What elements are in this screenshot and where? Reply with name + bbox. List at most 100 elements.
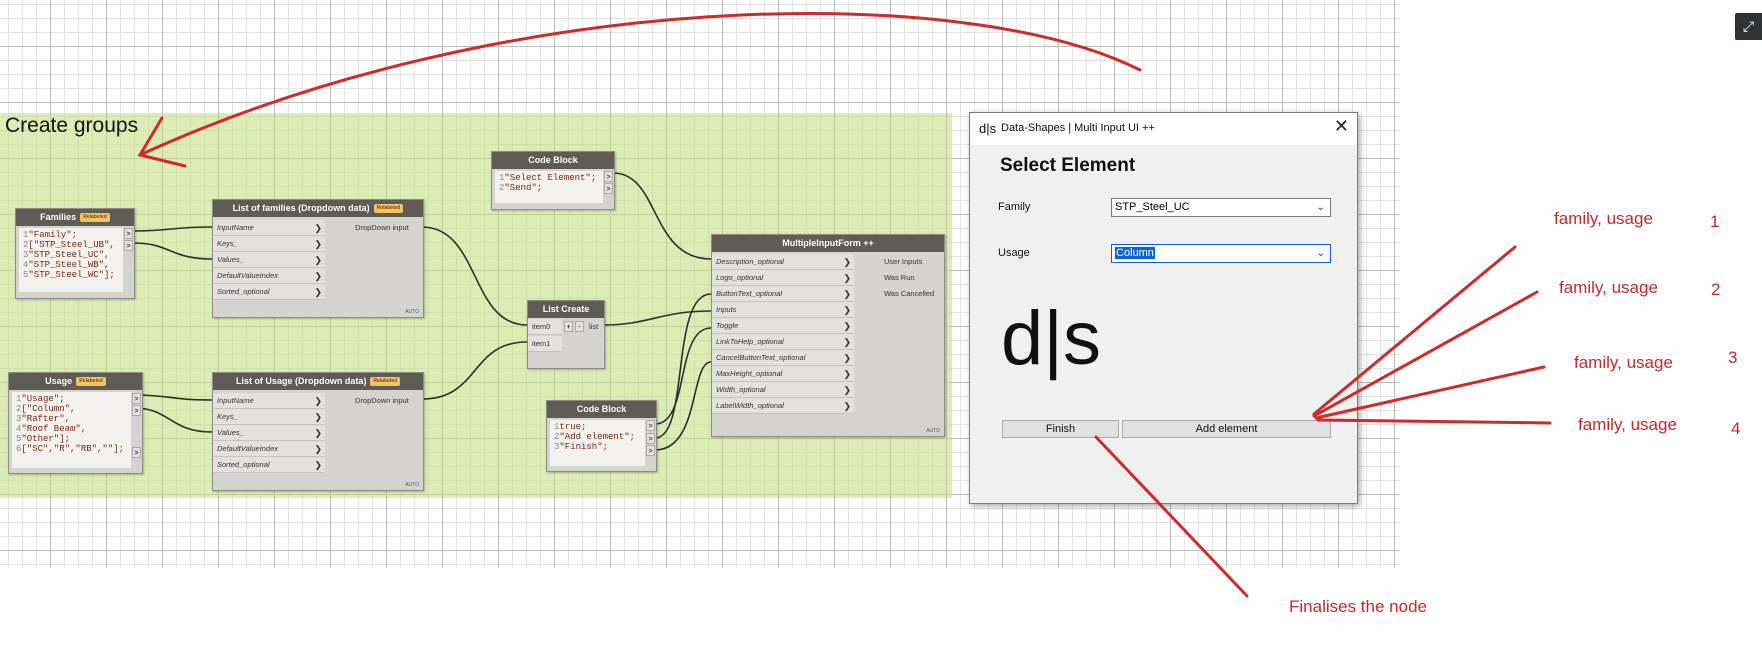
- node-header: MultipleInputForm ++: [712, 235, 944, 252]
- input-port[interactable]: Logo_optional ❯: [712, 270, 854, 286]
- input-port[interactable]: LabelWidth_optional ❯: [712, 398, 854, 414]
- port-arrow-icon: ❯: [843, 385, 851, 395]
- port-label: ButtonText_optional: [716, 289, 783, 298]
- port-arrow-icon: ❯: [314, 223, 322, 233]
- input-port[interactable]: DefaultValueIndex ❯: [213, 441, 325, 457]
- node-header: List of Usage (Dropdown data) Relabeled: [213, 373, 423, 390]
- usage-dropdown[interactable]: Column ⌄: [1111, 244, 1331, 263]
- input-port[interactable]: CancelButtonText_optional ❯: [712, 350, 854, 366]
- code-body[interactable]: 1"Family"; 2["STP_Steel_UB", 3"STP_Steel_U…: [19, 228, 123, 292]
- input-ports: InputName ❯ Keys_ ❯ Values_ ❯ DefaultValueInde…: [213, 220, 325, 300]
- code-body[interactable]: 1"Usage"; 2["Column", 3"Rafter", 4"Roof Bea…: [12, 392, 131, 468]
- output-port[interactable]: >: [132, 405, 141, 416]
- input-port-item0[interactable]: item0: [528, 319, 562, 335]
- add-input-button[interactable]: +: [564, 321, 573, 332]
- output-port[interactable]: >: [646, 445, 655, 456]
- remove-input-button[interactable]: -: [575, 321, 584, 332]
- port-label: InputName: [217, 223, 254, 232]
- code-line: 6["SC","R","RB",""];: [16, 444, 127, 454]
- port-arrow-icon: ❯: [314, 271, 322, 281]
- port-arrow-icon: ❯: [843, 401, 851, 411]
- list-of-families-node[interactable]: List of families (Dropdown data) Relabele…: [212, 199, 424, 318]
- output-port[interactable]: >: [604, 183, 613, 194]
- input-ports: Description_optional ❯ Logo_optional ❯ Butto…: [712, 254, 854, 414]
- port-arrow-icon: ❯: [314, 412, 322, 422]
- input-port[interactable]: Values_ ❯: [213, 252, 325, 268]
- list-of-usage-node[interactable]: List of Usage (Dropdown data) Relabeled I…: [212, 372, 424, 491]
- input-port[interactable]: Values_ ❯: [213, 425, 325, 441]
- output-port[interactable]: >: [132, 393, 141, 404]
- node-title: List of Usage (Dropdown data): [235, 376, 367, 386]
- usage-label: Usage: [998, 247, 1030, 259]
- input-port[interactable]: InputName ❯: [213, 393, 325, 409]
- input-port-item1[interactable]: item1: [528, 336, 562, 352]
- code-line: 1"Select Element";: [499, 173, 599, 183]
- family-dropdown[interactable]: STP_Steel_UC ⌄: [1111, 198, 1331, 217]
- code-block-top-node[interactable]: Code Block 1"Select Element"; 2"Send"; > …: [491, 151, 615, 210]
- port-label: Sorted_optional: [217, 287, 270, 296]
- code-text: "Other"];: [21, 434, 71, 444]
- input-port[interactable]: Keys_ ❯: [213, 236, 325, 252]
- port-label: MaxHeight_optional: [716, 369, 783, 378]
- output-port[interactable]: DropDown input: [351, 220, 409, 236]
- port-arrow-icon: ❯: [843, 289, 851, 299]
- multi-input-dialog[interactable]: d|s Data-Shapes | Multi Input UI ++ ✕ Se…: [969, 112, 1358, 504]
- output-port[interactable]: >: [646, 420, 655, 431]
- input-port[interactable]: Toggle ❯: [712, 318, 854, 334]
- output-port[interactable]: >: [132, 447, 141, 458]
- input-port[interactable]: Sorted_optional ❯: [213, 457, 325, 473]
- node-title: List of families (Dropdown data): [232, 203, 370, 213]
- list-create-node[interactable]: List Create item0 item1 + - list: [527, 300, 605, 369]
- output-port[interactable]: >: [646, 433, 655, 444]
- output-port[interactable]: Was Run: [880, 270, 944, 286]
- code-line: 5"STP_Steel_WC"];: [23, 270, 119, 280]
- input-port[interactable]: ButtonText_optional ❯: [712, 286, 854, 302]
- code-body[interactable]: 1true; 2"Add element"; 3"Finish";: [550, 420, 645, 466]
- port-arrow-icon: ❯: [843, 305, 851, 315]
- input-port[interactable]: LinkToHelp_optional ❯: [712, 334, 854, 350]
- dialog-titlebar[interactable]: d|s Data-Shapes | Multi Input UI ++ ✕: [970, 113, 1357, 145]
- finish-button[interactable]: Finish: [1002, 420, 1119, 438]
- code-text: "Select Element";: [504, 173, 597, 183]
- input-port[interactable]: Keys_ ❯: [213, 409, 325, 425]
- close-icon[interactable]: ✕: [1334, 116, 1349, 137]
- port-label: CancelButtonText_optional: [716, 353, 806, 362]
- code-text: "Send";: [504, 183, 543, 193]
- code-text: "Family";: [28, 230, 78, 240]
- code-line: 2"Send";: [499, 183, 599, 193]
- expand-icon[interactable]: ⤢: [1735, 13, 1762, 40]
- multiple-input-form-node[interactable]: MultipleInputForm ++ Description_optiona…: [711, 234, 945, 437]
- input-port[interactable]: MaxHeight_optional ❯: [712, 366, 854, 382]
- code-line: 1"Usage";: [16, 394, 127, 404]
- family-label: Family: [998, 201, 1031, 213]
- output-port[interactable]: >: [124, 240, 133, 251]
- node-header: Code Block: [547, 401, 656, 418]
- input-port[interactable]: Description_optional ❯: [712, 254, 854, 270]
- usage-node[interactable]: Usage Relabeled 1"Usage"; 2["Column", 3"Raf…: [8, 372, 143, 474]
- chevron-down-icon: ⌄: [1316, 248, 1325, 259]
- output-port[interactable]: Was Cancelled: [880, 286, 944, 302]
- code-text: "Rafter",: [21, 414, 71, 424]
- code-line: 2"Add element";: [554, 432, 641, 442]
- code-block-bottom-node[interactable]: Code Block 1true; 2"Add element"; 3"Finish…: [546, 400, 657, 472]
- input-port[interactable]: InputName ❯: [213, 220, 325, 236]
- input-port[interactable]: Width_optional ❯: [712, 382, 854, 398]
- code-line: 4"STP_Steel_WB",: [23, 260, 119, 270]
- node-header: Usage Relabeled: [9, 373, 142, 390]
- code-text: "STP_Steel_WB",: [28, 260, 110, 270]
- code-body[interactable]: 1"Select Element"; 2"Send";: [495, 171, 603, 203]
- output-port[interactable]: list: [585, 319, 598, 335]
- output-port[interactable]: User Inputs: [880, 254, 944, 270]
- output-port[interactable]: >: [124, 228, 133, 239]
- output-port[interactable]: DropDown input: [351, 393, 409, 409]
- input-port[interactable]: Sorted_optional ❯: [213, 284, 325, 300]
- output-port[interactable]: >: [604, 171, 613, 182]
- code-text: "Roof Beam",: [21, 424, 87, 434]
- input-port[interactable]: DefaultValueIndex ❯: [213, 268, 325, 284]
- lacing-label: AUTO: [405, 482, 419, 488]
- add-element-button[interactable]: Add element: [1122, 420, 1331, 438]
- group-title[interactable]: Create groups: [5, 114, 138, 138]
- input-port[interactable]: Inputs ❯: [712, 302, 854, 318]
- families-node[interactable]: Families Relabeled 1"Family"; 2["STP_Steel…: [15, 208, 135, 299]
- port-arrow-icon: ❯: [843, 257, 851, 267]
